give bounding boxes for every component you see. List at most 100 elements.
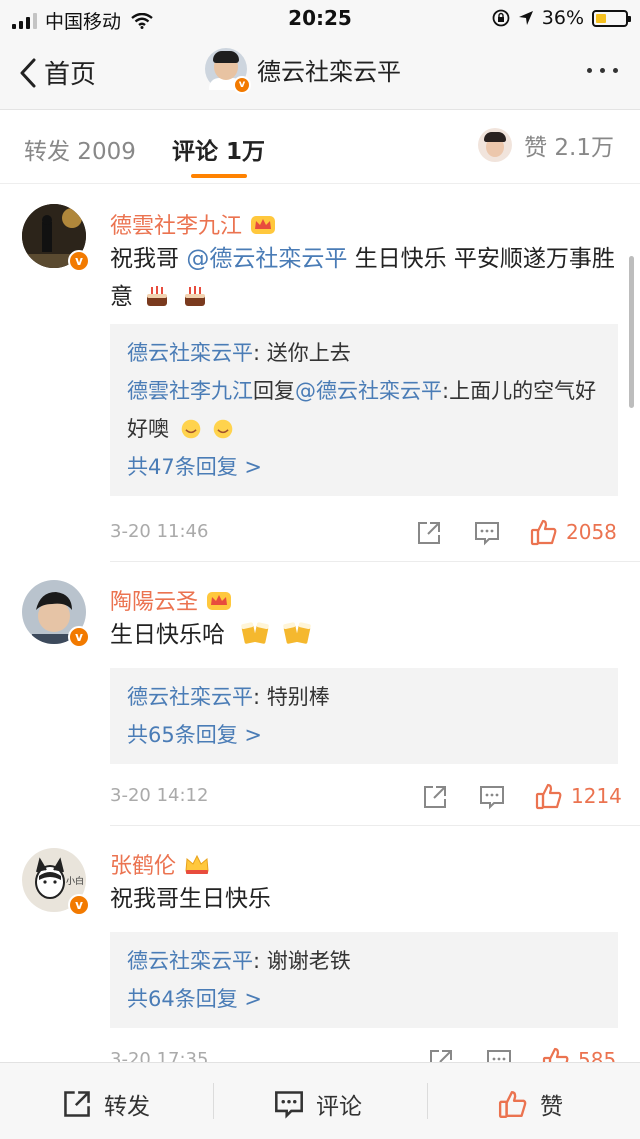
commenter-name[interactable]: 德雲社李九江: [110, 208, 276, 240]
crown-badge-icon: [207, 592, 232, 610]
status-right: 36%: [492, 7, 631, 29]
smile-icon: [214, 419, 233, 439]
location-icon: [518, 11, 533, 25]
battery-icon: [592, 9, 631, 27]
comment-icon[interactable]: [486, 1048, 512, 1062]
comment-text: 生日快乐哈: [110, 616, 615, 654]
mention-link[interactable]: @德云社栾云平: [186, 246, 347, 272]
reply-text: : 特别棒: [253, 685, 330, 709]
thumbs-up-icon: [542, 1047, 569, 1062]
reply-author[interactable]: 德云社栾云平: [127, 949, 253, 973]
like-button[interactable]: 1214: [535, 782, 622, 810]
more-replies-link[interactable]: 共65条回复 >: [127, 716, 601, 754]
tab-bar: 转发 2009 评论 1万 赞 2.1万: [0, 110, 640, 184]
reply-box[interactable]: 德云社栾云平: 特别棒 共65条回复 >: [110, 668, 618, 764]
thumbs-up-icon: [498, 1091, 527, 1119]
tab-like-label: 赞 2.1万: [524, 135, 614, 161]
beer-icon: [241, 622, 270, 644]
toolbar-separator: [213, 1083, 214, 1119]
tab-comment[interactable]: 评论 1万: [172, 132, 265, 166]
share-icon[interactable]: [422, 784, 448, 810]
verified-badge-icon: v: [68, 894, 90, 916]
reply-text: : 送你上去: [253, 341, 351, 365]
comment-text-body: 祝我哥生日快乐: [110, 886, 271, 912]
liker-avatar: [478, 128, 513, 162]
smile-icon: [181, 419, 200, 439]
author-name: 德云社栾云平: [257, 57, 401, 86]
like-button[interactable]: 2058: [530, 518, 617, 546]
verified-badge-icon: v: [68, 626, 90, 648]
reply-author[interactable]: 德雲社李九江: [127, 379, 253, 403]
back-label: 首页: [44, 60, 97, 90]
more-replies-link[interactable]: 共64条回复 >: [127, 980, 601, 1018]
back-button[interactable]: 首页: [18, 54, 96, 91]
verified-badge-icon: v: [68, 250, 90, 272]
like-count: 1214: [571, 784, 622, 808]
comment-text: 祝我哥 @德云社栾云平 生日快乐 平安顺遂万事胜意: [110, 240, 615, 316]
comment-item: v 德雲社李九江 祝我哥 @德云社栾云平 生日快乐 平安顺遂万事胜意 德云社栾云…: [0, 184, 640, 564]
status-bar: 中国移动 20:25 36%: [0, 0, 640, 36]
comment-text-prefix: 祝我哥: [110, 246, 187, 272]
like-count: 585: [578, 1048, 617, 1062]
commenter-name[interactable]: 陶陽云圣: [110, 584, 232, 616]
commenter-name-text: 德雲社李九江: [110, 214, 243, 239]
comment-time: 3-20 11:46: [110, 521, 209, 542]
beer-icon: [282, 622, 311, 644]
comment-text: 祝我哥生日快乐: [110, 880, 615, 918]
reply-text: 回复: [253, 379, 295, 403]
comment-icon: [275, 1091, 303, 1119]
commenter-name-text: 陶陽云圣: [110, 590, 199, 615]
comment-meta: 3-20 17:35 585: [110, 1046, 618, 1062]
comment-item: v 陶陽云圣 生日快乐哈 德云社栾云平: 特别棒 共65条回复 > 3-20 1…: [0, 562, 640, 826]
share-icon[interactable]: [416, 520, 442, 546]
repost-label: 转发: [104, 1094, 150, 1120]
active-tab-indicator: [191, 174, 247, 178]
bottom-toolbar: 转发 评论 赞: [0, 1062, 640, 1139]
toolbar-separator: [427, 1083, 428, 1119]
like-button[interactable]: 赞: [498, 1087, 563, 1121]
comment-text-body: 生日快乐哈: [110, 622, 225, 648]
author-avatar[interactable]: v: [205, 48, 251, 94]
reply-author[interactable]: 德云社栾云平: [127, 341, 253, 365]
reply-author[interactable]: 德云社栾云平: [127, 685, 253, 709]
battery-percent: 36%: [541, 7, 584, 29]
crown-badge-icon: [251, 216, 276, 234]
commenter-avatar[interactable]: v: [22, 580, 90, 648]
commenter-name[interactable]: 张鹤伦: [110, 848, 210, 880]
svg-text:小白: 小白: [66, 875, 84, 887]
tab-repost[interactable]: 转发 2009: [24, 132, 136, 166]
reply-box[interactable]: 德云社栾云平: 谢谢老铁 共64条回复 >: [110, 932, 618, 1028]
like-button[interactable]: 585: [542, 1046, 616, 1062]
share-icon[interactable]: [428, 1048, 454, 1062]
reply-box[interactable]: 德云社栾云平: 送你上去 德雲社李九江回复@德云社栾云平:上面儿的空气好好噢 共…: [110, 324, 618, 496]
comment-meta: 3-20 14:12 1214: [110, 782, 622, 812]
comment-icon[interactable]: [479, 784, 505, 810]
reply-item: 德云社栾云平: 谢谢老铁: [127, 942, 601, 980]
like-count: 2058: [566, 520, 617, 544]
reply-item: 德雲社李九江回复@德云社栾云平:上面儿的空气好好噢: [127, 372, 601, 448]
comment-label: 评论: [316, 1094, 362, 1120]
reply-item: 德云社栾云平: 送你上去: [127, 334, 601, 372]
verified-badge-icon: v: [233, 76, 251, 94]
more-options-icon[interactable]: [587, 68, 618, 73]
commenter-name-text: 张鹤伦: [110, 854, 177, 879]
chevron-left-icon: [20, 58, 36, 87]
comment-button[interactable]: 评论: [274, 1087, 362, 1121]
rotation-lock-icon: [492, 9, 510, 27]
like-label: 赞: [540, 1094, 563, 1120]
reply-item: 德云社栾云平: 特别棒: [127, 678, 601, 716]
comment-item: 小白 v 张鹤伦 祝我哥生日快乐 德云社栾云平: 谢谢老铁 共64条回复 > 3…: [0, 826, 640, 1062]
cake-icon: [184, 286, 205, 306]
cake-icon: [147, 286, 168, 306]
comment-icon[interactable]: [474, 520, 500, 546]
commenter-avatar[interactable]: 小白 v: [22, 848, 90, 916]
comment-meta: 3-20 11:46 2058: [110, 518, 618, 548]
crown-badge-icon: [185, 854, 209, 874]
profile-title[interactable]: v 德云社栾云平: [205, 48, 401, 94]
mention-link[interactable]: @德云社栾云平: [295, 379, 442, 403]
commenter-avatar[interactable]: v: [22, 204, 90, 272]
more-replies-link[interactable]: 共47条回复 >: [127, 448, 601, 486]
thumbs-up-icon: [535, 783, 562, 810]
tab-like[interactable]: 赞 2.1万: [478, 128, 614, 162]
repost-button[interactable]: 转发: [62, 1087, 150, 1121]
